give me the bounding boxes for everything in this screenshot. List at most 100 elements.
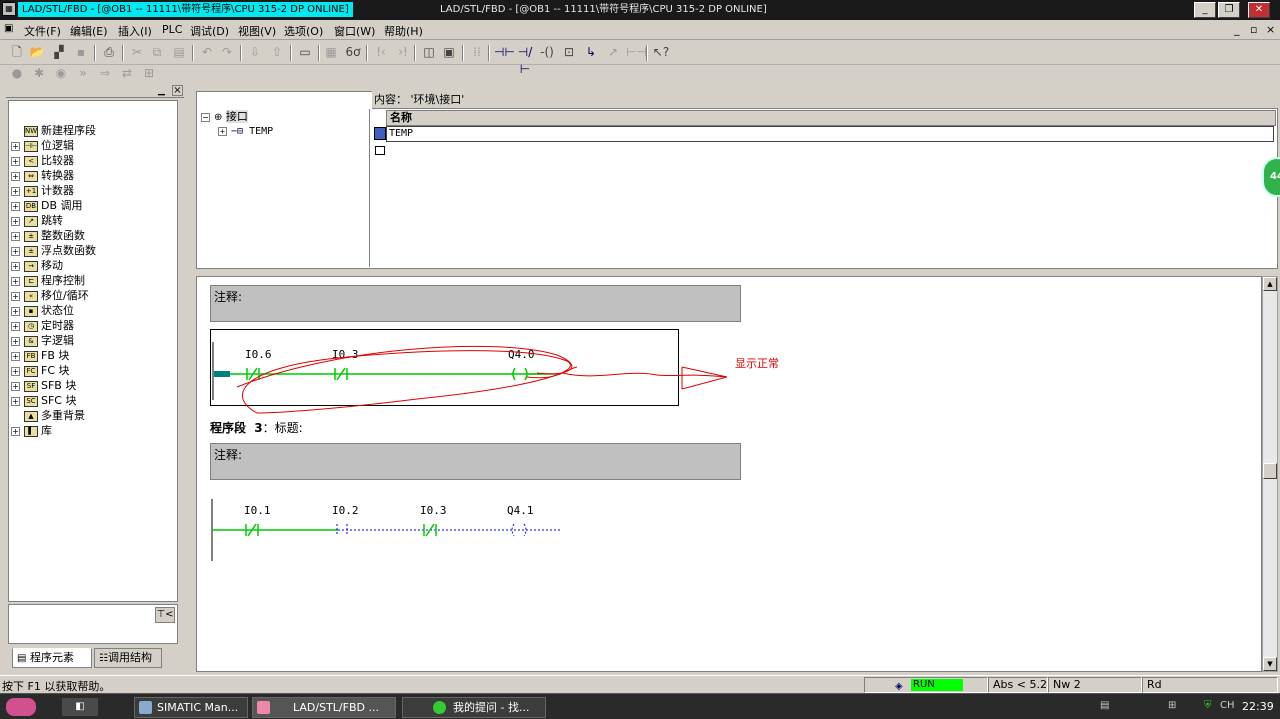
program-element-item[interactable]: + ▌ 库 bbox=[11, 423, 52, 438]
program-element-item[interactable]: + FC FC 块 bbox=[11, 363, 70, 378]
menu-window[interactable]: 窗口(W) bbox=[334, 23, 375, 39]
program-element-item[interactable]: + ⇔ 转换器 bbox=[11, 168, 74, 183]
open-contact-icon[interactable]: ⊣⊢ bbox=[494, 44, 515, 61]
expand-icon[interactable]: + bbox=[11, 201, 20, 211]
branch-close-icon[interactable]: ↗ bbox=[604, 44, 622, 61]
execute-call-icon[interactable]: ⇄ bbox=[118, 65, 136, 82]
tray-network-icon[interactable]: ⊞ bbox=[1168, 700, 1176, 711]
closed-contact-icon[interactable]: ⊣/⊢ bbox=[516, 44, 534, 76]
maximize-button[interactable]: ❐ bbox=[1218, 2, 1240, 18]
app-icon[interactable]: ▦ bbox=[2, 2, 16, 16]
expand-icon[interactable]: + bbox=[11, 231, 20, 241]
clock[interactable]: 22:39 bbox=[1242, 700, 1274, 713]
scroll-thumb[interactable] bbox=[1263, 463, 1277, 479]
program-element-item[interactable]: + ↗ 跳转 bbox=[11, 213, 63, 228]
mdi-close-button[interactable]: × bbox=[1266, 23, 1275, 36]
menu-view[interactable]: 视图(V) bbox=[238, 23, 276, 39]
network3-ladder[interactable]: I0.1 I0.2 I0.3 Q4.1 bbox=[210, 487, 610, 567]
accessible-nodes-icon[interactable]: ▞ bbox=[50, 44, 68, 61]
status-icon[interactable]: ⊞ bbox=[140, 65, 158, 82]
program-element-item[interactable]: + & 字逻辑 bbox=[11, 333, 74, 348]
expand-icon[interactable]: + bbox=[11, 426, 20, 436]
expand-icon[interactable]: + bbox=[11, 276, 20, 286]
program-element-item[interactable]: NW 新建程序段 bbox=[11, 123, 96, 138]
expand-icon[interactable]: + bbox=[11, 306, 20, 316]
tree-node-temp[interactable]: + −⊟ TEMP bbox=[218, 124, 273, 139]
tray-ime-icon[interactable]: CH bbox=[1220, 700, 1235, 711]
branch-open-icon[interactable]: ↳ bbox=[582, 44, 600, 61]
task-simatic-manager[interactable]: SIMATIC Man... bbox=[134, 697, 248, 718]
expand-icon[interactable]: + bbox=[11, 396, 20, 406]
expand-icon[interactable]: + bbox=[11, 261, 20, 271]
breakpoint-icon[interactable]: ● bbox=[8, 65, 26, 82]
clear-breakpoints-icon[interactable]: ✱ bbox=[30, 65, 48, 82]
open-icon[interactable]: 📂 bbox=[28, 44, 46, 61]
expand-icon[interactable]: + bbox=[11, 321, 20, 331]
menu-options[interactable]: 选项(O) bbox=[284, 23, 323, 39]
cut-icon[interactable]: ✂ bbox=[128, 44, 146, 61]
doc-icon[interactable]: ▣ bbox=[4, 23, 13, 34]
program-element-item[interactable]: + +1 计数器 bbox=[11, 183, 74, 198]
connection-icon[interactable]: ⊢⊣ bbox=[626, 44, 647, 61]
expand-icon[interactable]: + bbox=[11, 186, 20, 196]
menu-file[interactable]: 文件(F) bbox=[24, 23, 61, 39]
new-row-icon[interactable] bbox=[375, 146, 385, 155]
menu-help[interactable]: 帮助(H) bbox=[384, 23, 423, 39]
overview-icon[interactable]: ◫ bbox=[420, 44, 438, 61]
tray-security-icon[interactable]: ⛨ bbox=[1204, 700, 1212, 711]
minimize-button[interactable]: _ bbox=[1194, 2, 1216, 18]
network3-title[interactable]: 程序段 3：标题: bbox=[210, 419, 303, 436]
task-browser-question[interactable]: 我的提问 - 找... bbox=[402, 697, 546, 718]
glasses-icon[interactable]: 6ơ bbox=[344, 44, 362, 61]
scroll-up-icon[interactable]: ▲ bbox=[1263, 277, 1277, 291]
new-icon[interactable]: 🗋 bbox=[8, 44, 26, 61]
simulation-icon[interactable]: ▦ bbox=[322, 44, 340, 61]
bookmark-prev-icon[interactable]: !‹ bbox=[372, 44, 390, 61]
start-button[interactable] bbox=[6, 698, 36, 716]
activate-breakpoints-icon[interactable]: ◉ bbox=[52, 65, 70, 82]
grid-icon[interactable]: ⁞⁞ bbox=[468, 44, 486, 61]
program-element-item[interactable]: + ± 浮点数函数 bbox=[11, 243, 96, 258]
program-element-item[interactable]: + < 比较器 bbox=[11, 153, 74, 168]
program-element-item[interactable]: + ⊏ 程序控制 bbox=[11, 273, 85, 288]
expand-icon[interactable]: + bbox=[11, 156, 20, 166]
program-element-item[interactable]: + SC SFC 块 bbox=[11, 393, 77, 408]
menu-plc[interactable]: PLC bbox=[162, 23, 182, 36]
expand-icon[interactable]: + bbox=[11, 366, 20, 376]
upload-icon[interactable]: ⇧ bbox=[268, 44, 286, 61]
program-element-item[interactable]: + ▪ 状态位 bbox=[11, 303, 74, 318]
program-element-item[interactable]: + DB DB 调用 bbox=[11, 198, 83, 213]
menu-edit[interactable]: 编辑(E) bbox=[70, 23, 108, 39]
detail-icon[interactable]: ▣ bbox=[440, 44, 458, 61]
expand-icon[interactable]: + bbox=[11, 381, 20, 391]
tray-keyboard-icon[interactable]: ▤ bbox=[1100, 700, 1109, 711]
interface-row-temp[interactable]: TEMP bbox=[386, 126, 1274, 142]
save-icon[interactable]: ▪ bbox=[72, 44, 90, 61]
tab-call-structure[interactable]: ☷调用结构 bbox=[94, 648, 162, 668]
program-element-item[interactable]: + ⊣⊢ 位逻辑 bbox=[11, 138, 74, 153]
menu-insert[interactable]: 插入(I) bbox=[118, 23, 152, 39]
quicklaunch-icon[interactable]: ◧ bbox=[62, 698, 98, 716]
box-icon[interactable]: ⊡ bbox=[560, 44, 578, 61]
program-element-item[interactable]: + FB FB 块 bbox=[11, 348, 69, 363]
expand-icon[interactable]: + bbox=[11, 291, 20, 301]
program-element-item[interactable]: ▲ 多重背景 bbox=[11, 408, 85, 423]
undo-icon[interactable]: ↶ bbox=[198, 44, 216, 61]
insert-element-button[interactable]: ⊤< bbox=[155, 607, 175, 623]
resume-icon[interactable]: ⇒ bbox=[96, 65, 114, 82]
monitor-icon[interactable]: ▭ bbox=[296, 44, 314, 61]
download-icon[interactable]: ⇩ bbox=[246, 44, 264, 61]
mdi-restore-button[interactable]: ▫ bbox=[1250, 23, 1257, 36]
mdi-minimize-button[interactable]: _ bbox=[1234, 23, 1240, 36]
bookmark-next-icon[interactable]: ›! bbox=[394, 44, 412, 61]
next-statement-icon[interactable]: » bbox=[74, 65, 92, 82]
expand-icon[interactable]: + bbox=[11, 246, 20, 256]
column-header-name[interactable]: 名称 bbox=[386, 110, 1276, 126]
network3-comment[interactable]: 注释: bbox=[210, 443, 741, 480]
program-element-item[interactable]: + «移位/循环 bbox=[11, 288, 89, 303]
tree-node-interface[interactable]: − ⊕ 接口 bbox=[201, 109, 248, 124]
program-element-item[interactable]: + SF SFB 块 bbox=[11, 378, 76, 393]
print-icon[interactable]: ⎙ bbox=[100, 44, 118, 61]
program-element-item[interactable]: + ◷ 定时器 bbox=[11, 318, 74, 333]
scroll-down-icon[interactable]: ▼ bbox=[1263, 657, 1277, 671]
